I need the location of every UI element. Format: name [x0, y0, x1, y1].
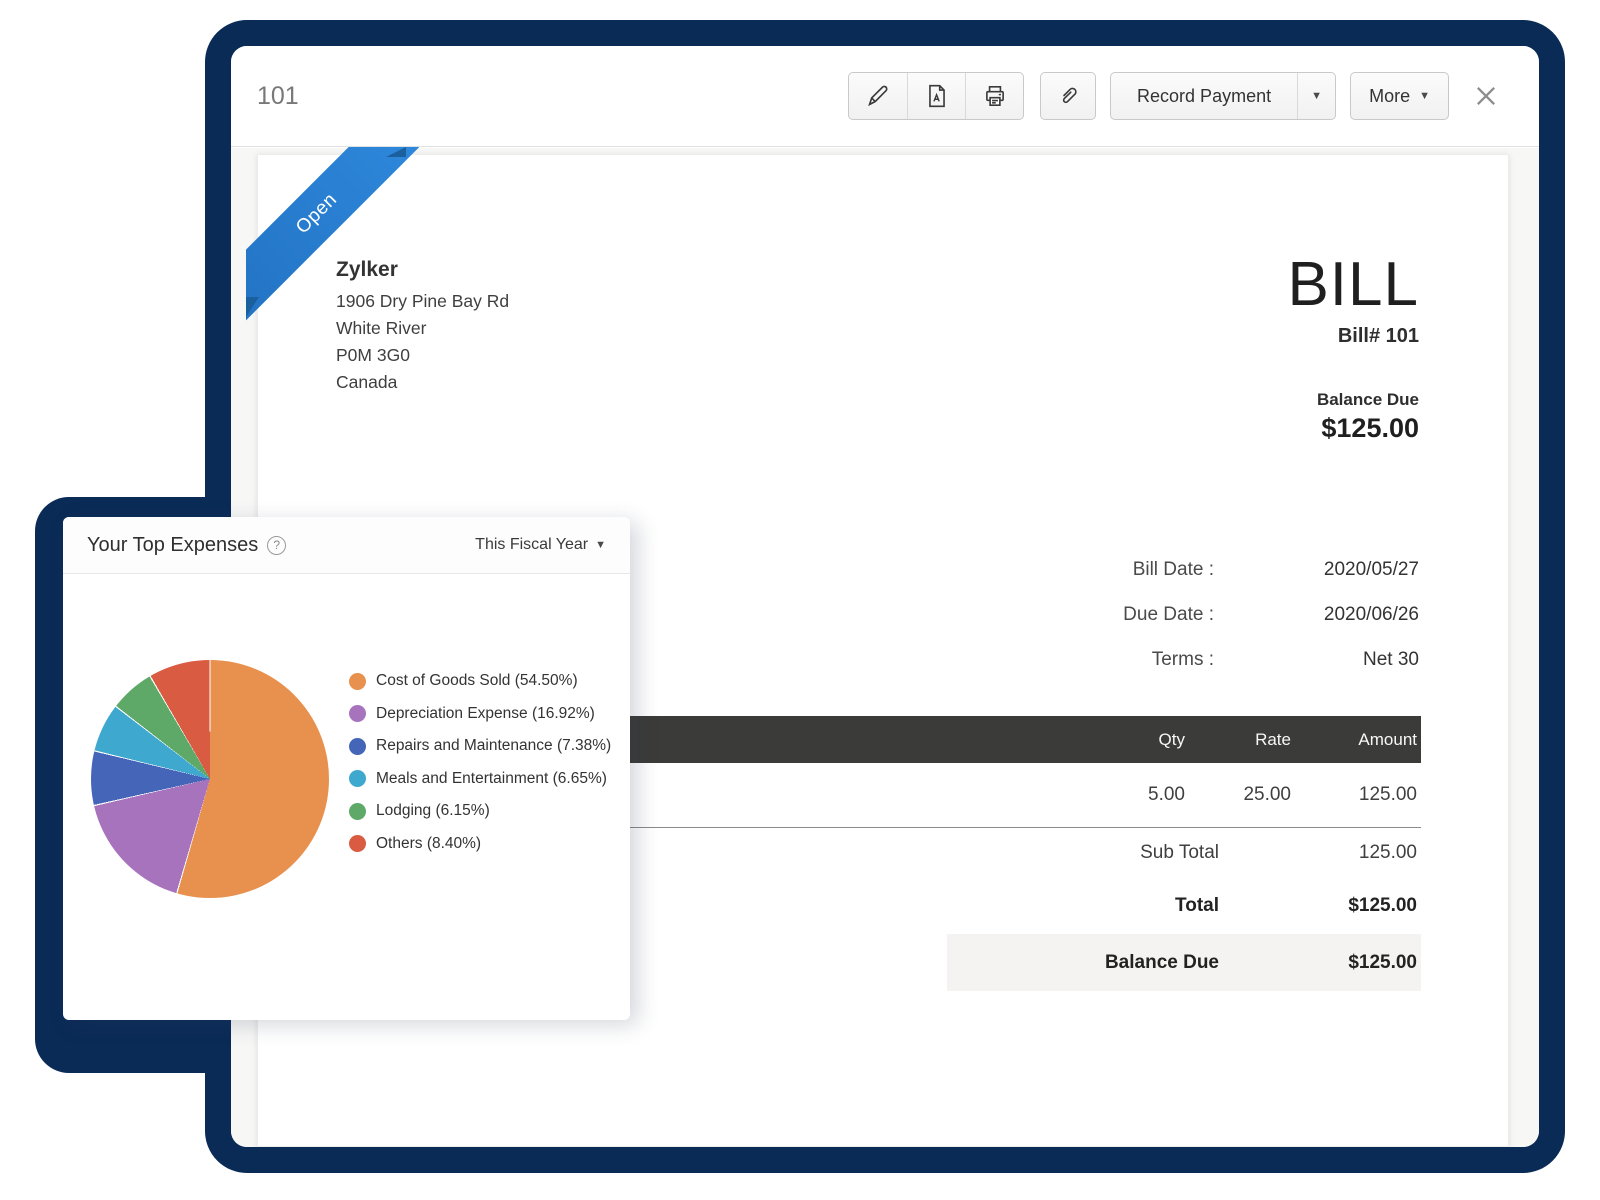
terms-value: Net 30 [1214, 649, 1419, 671]
help-icon[interactable]: ? [267, 536, 286, 555]
bill-date-label: Bill Date : [939, 559, 1214, 581]
bill-date-value: 2020/05/27 [1214, 559, 1419, 581]
qty-column-header: Qty [1065, 730, 1185, 750]
document-type-title: BILL [1287, 251, 1419, 319]
legend-item: Lodging (6.15%) [349, 795, 611, 828]
close-icon [1472, 82, 1500, 110]
rate-column-header: Rate [1185, 730, 1291, 750]
period-selector-label: This Fiscal Year [475, 536, 588, 554]
page-title: 101 [257, 46, 299, 146]
subtotal-value: 125.00 [1291, 842, 1421, 864]
legend-item: Repairs and Maintenance (7.38%) [349, 730, 611, 763]
chevron-down-icon: ▼ [1311, 91, 1322, 102]
status-ribbon: Open [246, 147, 458, 359]
subtotal-row: Sub Total 125.00 [947, 828, 1421, 878]
page: 101 [0, 0, 1600, 1200]
document-actions-group [848, 72, 1024, 120]
bill-number: Bill# 101 [1287, 325, 1419, 348]
legend-swatch [349, 803, 366, 820]
legend-label: Meals and Entertainment (6.65%) [376, 770, 607, 788]
legend-label: Repairs and Maintenance (7.38%) [376, 737, 611, 755]
top-expenses-card: Your Top Expenses ? This Fiscal Year ▼ C… [63, 517, 630, 1020]
more-label: More [1369, 86, 1410, 107]
legend-swatch [349, 673, 366, 690]
record-payment-label: Record Payment [1137, 86, 1271, 107]
balance-due-row-label: Balance Due [947, 952, 1291, 974]
bill-heading: BILL Bill# 101 Balance Due $125.00 [1287, 251, 1419, 444]
vendor-address-line: Canada [336, 369, 509, 396]
bill-info-block: Bill Date : 2020/05/27 Due Date : 2020/0… [939, 547, 1419, 682]
record-payment-button[interactable]: Record Payment [1111, 73, 1297, 119]
toolbar: Record Payment ▼ More ▼ [848, 72, 1503, 120]
bill-info-row: Terms : Net 30 [939, 637, 1419, 682]
rate-cell: 25.00 [1185, 784, 1291, 806]
legend-label: Others (8.40%) [376, 835, 481, 853]
ribbon-fold-top [386, 147, 408, 159]
terms-label: Terms : [939, 649, 1214, 671]
paperclip-icon [1056, 84, 1080, 108]
pdf-file-icon [924, 83, 950, 109]
legend-swatch [349, 738, 366, 755]
amount-cell: 125.00 [1291, 784, 1421, 806]
expenses-card-title: Your Top Expenses [87, 534, 258, 557]
balance-due-row: Balance Due $125.00 [947, 934, 1421, 991]
legend-label: Cost of Goods Sold (54.50%) [376, 672, 578, 690]
status-ribbon-band: Open [246, 147, 441, 338]
printer-icon [982, 83, 1008, 109]
bill-info-row: Due Date : 2020/06/26 [939, 592, 1419, 637]
subtotal-label: Sub Total [947, 842, 1291, 864]
total-value: $125.00 [1291, 895, 1421, 917]
period-selector[interactable]: This Fiscal Year ▼ [475, 536, 606, 554]
ribbon-fold-left [246, 297, 264, 319]
legend-label: Lodging (6.15%) [376, 802, 490, 820]
balance-due-row-value: $125.00 [1291, 952, 1421, 974]
legend-swatch [349, 705, 366, 722]
expenses-card-header: Your Top Expenses ? This Fiscal Year ▼ [63, 517, 630, 574]
legend-label: Depreciation Expense (16.92%) [376, 705, 595, 723]
amount-column-header: Amount [1291, 730, 1421, 750]
more-button[interactable]: More ▼ [1350, 72, 1449, 120]
totals-section: Sub Total 125.00 Total $125.00 Balance D… [947, 828, 1421, 991]
due-date-value: 2020/06/26 [1214, 604, 1419, 626]
pencil-icon [865, 83, 891, 109]
print-button[interactable] [965, 73, 1023, 119]
pie-legend: Cost of Goods Sold (54.50%) Depreciation… [349, 665, 611, 860]
close-button[interactable] [1469, 79, 1503, 113]
pdf-button[interactable] [907, 73, 965, 119]
legend-item: Cost of Goods Sold (54.50%) [349, 665, 611, 698]
record-payment-split-button: Record Payment ▼ [1110, 72, 1336, 120]
record-payment-dropdown[interactable]: ▼ [1297, 73, 1335, 119]
chevron-down-icon: ▼ [1419, 91, 1430, 102]
balance-due-amount: $125.00 [1287, 413, 1419, 444]
total-label: Total [947, 895, 1291, 917]
total-row: Total $125.00 [947, 878, 1421, 934]
legend-swatch [349, 770, 366, 787]
qty-cell: 5.00 [1065, 784, 1185, 806]
legend-swatch [349, 835, 366, 852]
balance-due-label: Balance Due [1287, 390, 1419, 410]
legend-item: Others (8.40%) [349, 828, 611, 861]
edit-button[interactable] [849, 73, 907, 119]
chevron-down-icon: ▼ [595, 540, 606, 551]
expenses-pie [91, 660, 329, 898]
legend-item: Depreciation Expense (16.92%) [349, 698, 611, 731]
bill-info-row: Bill Date : 2020/05/27 [939, 547, 1419, 592]
attach-file-button[interactable] [1040, 72, 1096, 120]
window-header: 101 [231, 46, 1539, 147]
due-date-label: Due Date : [939, 604, 1214, 626]
legend-item: Meals and Entertainment (6.65%) [349, 763, 611, 796]
